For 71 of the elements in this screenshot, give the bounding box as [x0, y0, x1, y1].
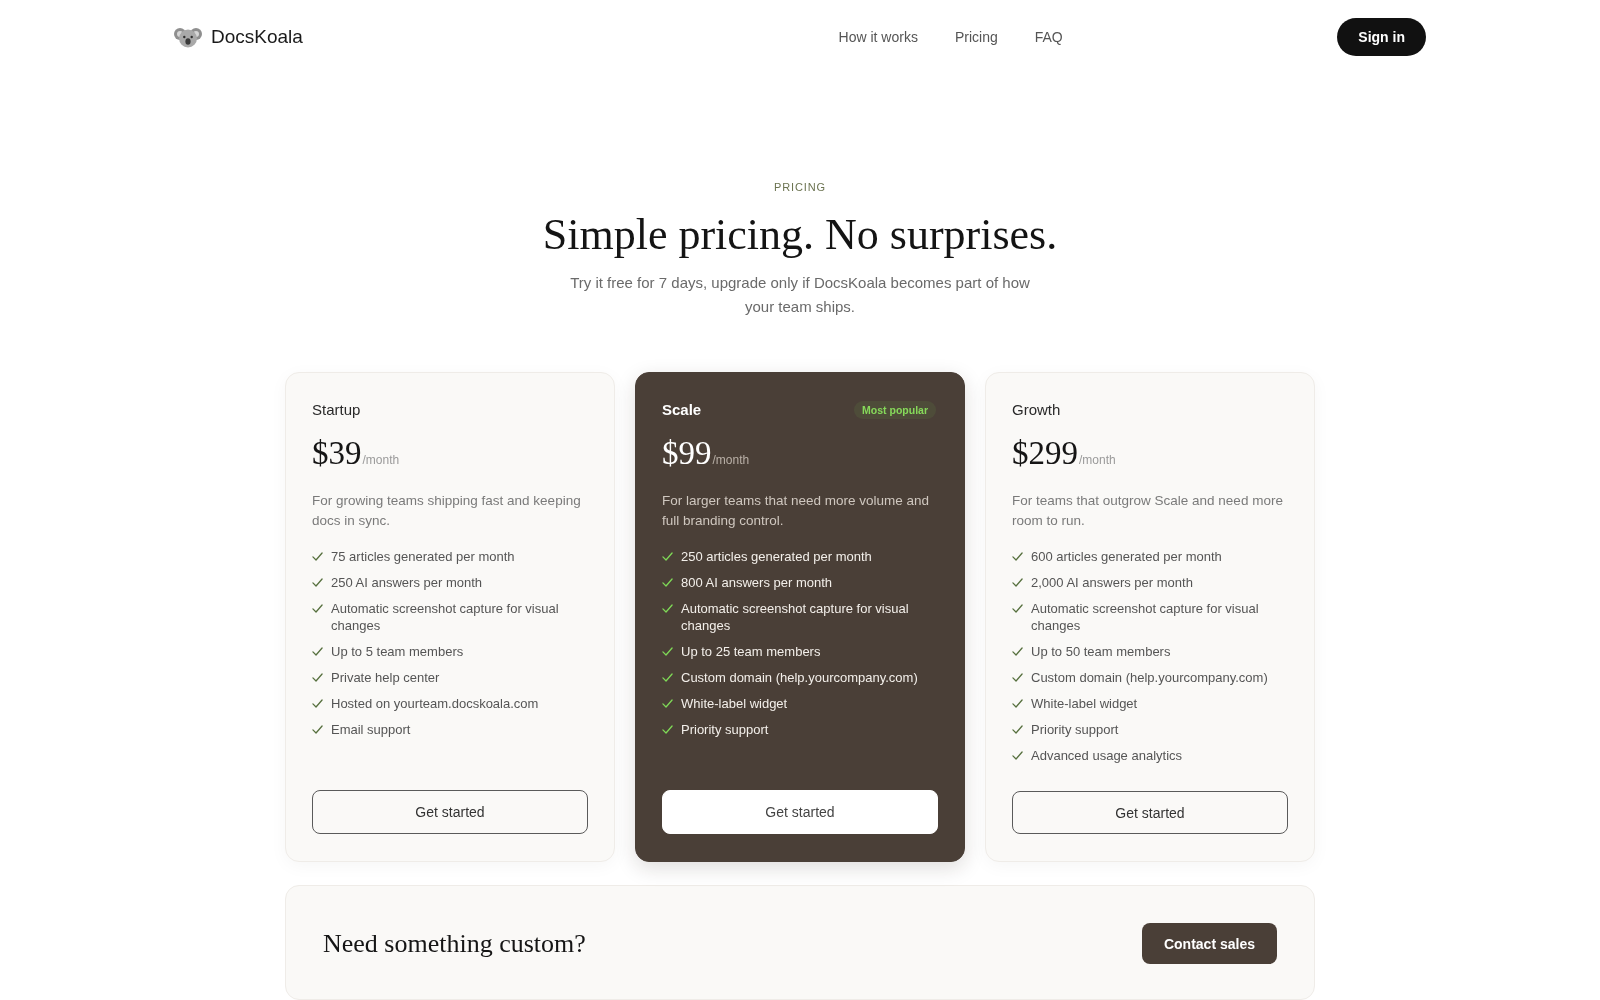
feature-text: Up to 5 team members: [331, 643, 464, 660]
feature-text: Hosted on yourteam.docskoala.com: [331, 695, 539, 712]
feature-text: Custom domain (help.yourcompany.com): [1031, 669, 1268, 686]
plan-name: Scale: [662, 400, 702, 420]
koala-icon: [174, 26, 202, 48]
check-icon: [1012, 603, 1023, 614]
contact-sales-button[interactable]: Contact sales: [1141, 923, 1277, 964]
check-icon: [312, 672, 323, 683]
custom-heading: Need something custom?: [323, 928, 586, 959]
check-icon: [312, 646, 323, 657]
feature-text: Advanced usage analytics: [1031, 747, 1183, 764]
price-period: /month: [362, 453, 400, 467]
price-period: /month: [712, 453, 750, 467]
brand-name[interactable]: DocsKoala: [211, 26, 303, 48]
feature-text: 2,000 AI answers per month: [1031, 574, 1193, 591]
plan-description: For teams that outgrow Scale and need more room to run.: [1012, 492, 1284, 530]
feature-text: Up to 25 team members: [681, 643, 821, 660]
page-heading: Simple pricing. No surprises.: [542, 210, 1058, 260]
feature-text: Private help center: [331, 669, 440, 686]
check-icon: [662, 603, 673, 614]
check-icon: [1012, 672, 1023, 683]
feature-text: Up to 50 team members: [1031, 643, 1171, 660]
get-started-button[interactable]: Get started: [1012, 791, 1288, 834]
eyebrow-label: PRICING: [774, 180, 826, 195]
feature-text: Email support: [331, 721, 411, 738]
check-icon: [1012, 551, 1023, 562]
nav-link[interactable]: Pricing: [954, 29, 998, 45]
subtitle-text: Try it free for 7 days, upgrade only if DocsKoala becomes part of how your team ships.: [569, 273, 1031, 317]
check-icon: [662, 672, 673, 683]
get-started-button[interactable]: Get started: [312, 790, 588, 834]
check-icon: [312, 603, 323, 614]
feature-text: 250 AI answers per month: [331, 574, 483, 591]
feature-text: White-label widget: [681, 695, 788, 712]
feature-text: 75 articles generated per month: [331, 548, 515, 565]
plan-name: Growth: [1012, 400, 1061, 420]
check-icon: [662, 577, 673, 588]
plan-description: For larger teams that need more volume and full branding control.: [662, 492, 931, 530]
check-icon: [662, 724, 673, 735]
feature-text: 600 articles generated per month: [1031, 548, 1222, 565]
feature-text: Priority support: [681, 721, 769, 738]
nav-link[interactable]: FAQ: [1034, 29, 1063, 45]
check-icon: [1012, 646, 1023, 657]
check-icon: [1012, 724, 1023, 735]
check-icon: [312, 551, 323, 562]
check-icon: [312, 577, 323, 588]
feature-text: 800 AI answers per month: [681, 574, 833, 591]
sign-in-button[interactable]: Sign in: [1337, 18, 1426, 56]
feature-text: Automatic screenshot capture for visual changes: [331, 600, 560, 634]
feature-text: Custom domain (help.yourcompany.com): [681, 669, 918, 686]
check-icon: [1012, 698, 1023, 709]
feature-text: White-label widget: [1031, 695, 1138, 712]
plan-name: Startup: [312, 400, 361, 420]
plan-price: $99: [662, 434, 712, 473]
check-icon: [662, 698, 673, 709]
feature-text: Automatic screenshot capture for visual changes: [681, 600, 910, 634]
get-started-button[interactable]: Get started: [662, 790, 938, 834]
price-period: /month: [1079, 453, 1116, 467]
plan-price: $39: [312, 434, 362, 473]
popular-badge: Most popular: [854, 401, 936, 419]
nav-link[interactable]: How it works: [838, 29, 918, 45]
feature-text: Priority support: [1031, 721, 1119, 738]
check-icon: [312, 698, 323, 709]
check-icon: [1012, 577, 1023, 588]
check-icon: [662, 551, 673, 562]
check-icon: [662, 646, 673, 657]
plan-price: $299: [1012, 434, 1078, 473]
plan-description: For growing teams shipping fast and keeping docs in sync.: [312, 492, 582, 530]
feature-text: 250 articles generated per month: [681, 548, 872, 565]
feature-text: Automatic screenshot capture for visual changes: [1031, 600, 1260, 634]
check-icon: [312, 724, 323, 735]
check-icon: [1012, 750, 1023, 761]
